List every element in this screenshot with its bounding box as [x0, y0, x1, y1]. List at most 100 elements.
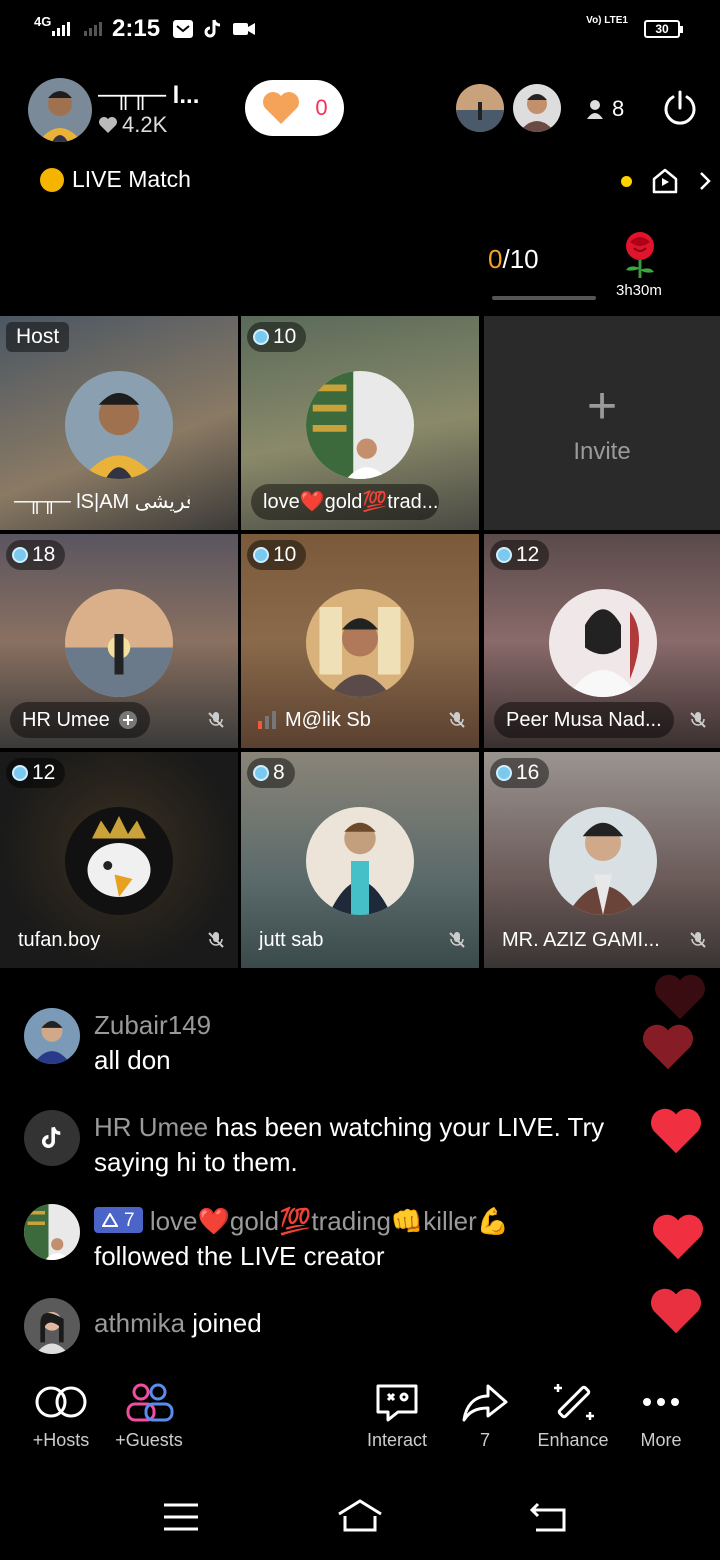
chevron-right-icon[interactable] [698, 170, 712, 192]
guest-name: HR Umee [10, 702, 150, 738]
invite-label: Invite [573, 438, 631, 465]
commenter-avatar[interactable] [24, 1298, 80, 1354]
menu-icon[interactable] [162, 1502, 200, 1532]
like-heart-button[interactable]: 0 [245, 80, 344, 136]
add-hosts-button[interactable]: +Hosts [16, 1380, 106, 1451]
guest-name: ─╥╥─ lS|AM قریشی ... [14, 491, 190, 513]
host-tag: Host [6, 322, 70, 352]
enhance-button[interactable]: Enhance [528, 1380, 618, 1451]
guest-cell-4[interactable]: 12 Peer Musa Nad... [484, 534, 720, 748]
orange-heart-icon [263, 92, 300, 124]
tiktok-system-icon [24, 1110, 80, 1166]
guest-cell-6[interactable]: 8 jutt sab [241, 752, 479, 968]
mail-icon [173, 20, 193, 38]
viewer-avatar[interactable] [456, 84, 504, 132]
link-icon [35, 1386, 87, 1418]
comment-user[interactable]: Zubair149 [94, 1008, 211, 1043]
viewer-avatar[interactable] [513, 84, 561, 132]
guest-name: Peer Musa Nad... [494, 702, 674, 738]
guest-cell-3[interactable]: 10 M@lik Sb [241, 534, 479, 748]
guest-avatar [65, 371, 173, 479]
share-button[interactable]: 7 [440, 1380, 530, 1451]
signal-icon [52, 22, 70, 36]
gem-icon [12, 765, 28, 781]
level-badge: 7 [94, 1207, 143, 1233]
level-badge: 10 [247, 540, 307, 570]
home-icon[interactable] [336, 1498, 384, 1534]
add-friend-icon[interactable] [118, 710, 138, 730]
gem-icon [12, 547, 28, 563]
mic-muted-icon[interactable] [688, 930, 708, 950]
level-badge: 8 [247, 758, 295, 788]
gem-icon [253, 765, 269, 781]
guest-avatar [549, 807, 657, 915]
rose-gift-icon[interactable] [614, 228, 666, 280]
network-type: 4G [34, 14, 52, 29]
comment-item: HR Umee has been watching your LIVE. Try… [24, 1110, 664, 1180]
host-name[interactable]: ─╥╥─ l... [98, 82, 228, 110]
mic-muted-icon[interactable] [206, 710, 226, 730]
mic-muted-icon[interactable] [688, 710, 708, 730]
person-icon [587, 100, 603, 119]
comment-user[interactable]: athmika [94, 1308, 185, 1338]
coin-icon [40, 167, 64, 192]
gem-icon [253, 547, 269, 563]
live-match-label: LIVE Match [72, 166, 191, 192]
invite-slot[interactable]: + Invite [484, 316, 720, 530]
signal-bars-icon [258, 711, 276, 729]
battery-icon: 30 [644, 20, 683, 38]
comment-item: athmika joined [24, 1298, 664, 1354]
guest-cell-5[interactable]: 12 tufan.boy [0, 752, 238, 968]
floating-heart-icon [651, 1288, 701, 1334]
clock: 2:15 [112, 15, 161, 42]
interact-icon [376, 1384, 418, 1422]
guest-cell-host[interactable]: Host ─╥╥─ lS|AM قریشی ... [0, 316, 238, 530]
level-badge: 16 [490, 758, 550, 788]
guest-avatar [65, 589, 173, 697]
guests-icon [126, 1383, 174, 1422]
house-play-icon[interactable] [650, 166, 680, 196]
guest-avatar [306, 371, 414, 479]
add-guests-button[interactable]: +Guests [104, 1380, 194, 1451]
commenter-avatar[interactable] [24, 1204, 80, 1260]
tiktok-icon [204, 19, 221, 38]
status-bar: 4G 2:15 Vo) LTE1 30 [0, 0, 720, 60]
level-badge: 12 [6, 758, 66, 788]
comment-text: all don [94, 1045, 171, 1075]
system-nav-bar [0, 1470, 720, 1560]
host-avatar[interactable] [28, 78, 92, 142]
header-actions [621, 166, 712, 196]
comment-text: followed the LIVE creator [94, 1241, 385, 1271]
volte-indicator: Vo) LTE1 [586, 15, 628, 26]
comment-user[interactable]: love❤️gold💯trading👊killer💪 [150, 1206, 509, 1236]
mic-muted-icon[interactable] [447, 710, 467, 730]
interact-button[interactable]: Interact [352, 1380, 442, 1451]
floating-heart-icon [643, 1024, 693, 1070]
comment-user[interactable]: HR Umee [94, 1112, 208, 1142]
commenter-avatar[interactable] [24, 1008, 80, 1064]
guest-cell-7[interactable]: 16 MR. AZIZ GAMI... [484, 752, 720, 968]
guest-avatar [306, 589, 414, 697]
gem-icon [253, 329, 269, 345]
back-icon[interactable] [528, 1500, 568, 1534]
plus-icon: + [586, 377, 618, 435]
guest-name: M@lik Sb [245, 702, 383, 738]
mic-muted-icon[interactable] [206, 930, 226, 950]
comment-item: Zubair149 all don [24, 1008, 664, 1078]
heart-count: 0 [315, 95, 328, 120]
level-badge: 12 [490, 540, 550, 570]
match-progress-bar [492, 296, 596, 300]
more-button[interactable]: More [616, 1380, 706, 1451]
guest-avatar [549, 589, 657, 697]
viewer-count[interactable]: 8 [586, 96, 624, 122]
rose-timer: 3h30m [616, 282, 662, 299]
video-icon [233, 23, 255, 35]
guest-cell-1[interactable]: 10 love❤️gold💯trad... [241, 316, 479, 530]
floating-heart-icon [653, 1214, 703, 1260]
power-icon[interactable] [660, 88, 700, 128]
mic-muted-icon[interactable] [447, 930, 467, 950]
floating-heart-icon [655, 974, 705, 1020]
guest-cell-2[interactable]: 18 HR Umee [0, 534, 238, 748]
live-match-link[interactable]: LIVE Match [40, 166, 191, 193]
comment-item: 7 love❤️gold💯trading👊killer💪 followed the… [24, 1204, 664, 1274]
